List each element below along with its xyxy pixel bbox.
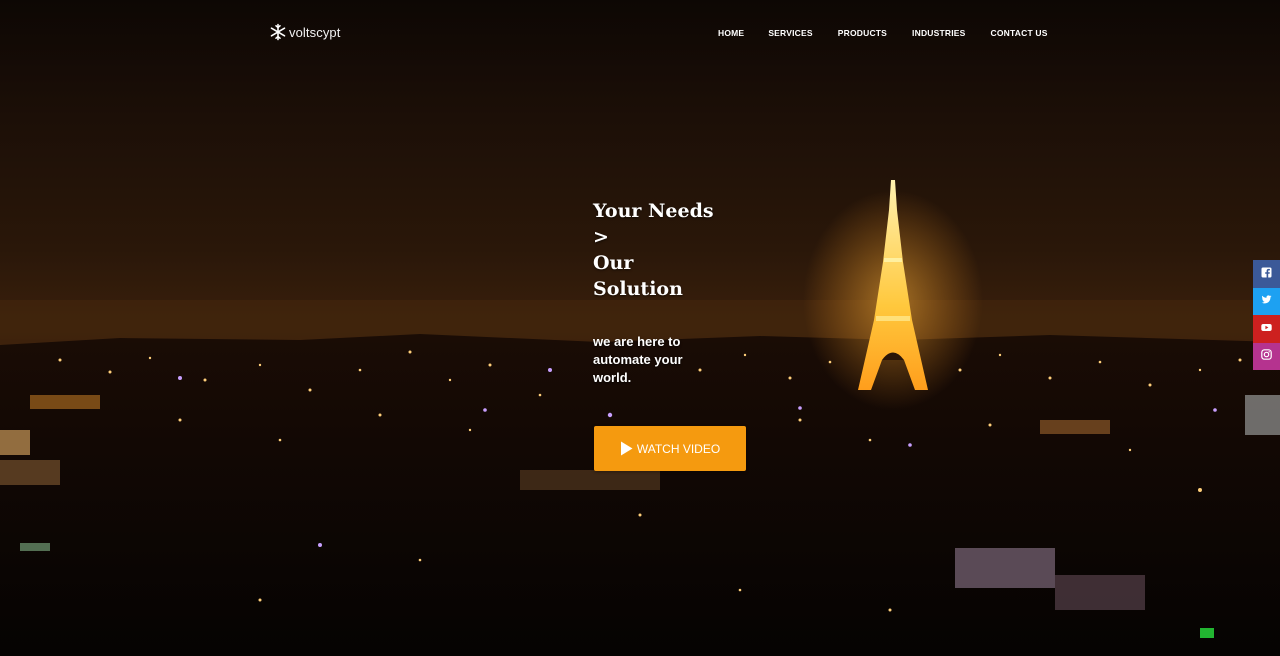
watch-video-button[interactable]: WATCH VIDEO xyxy=(594,426,746,471)
facebook-icon xyxy=(1261,265,1272,283)
hero-title-line: Your Needs xyxy=(593,200,714,222)
youtube-icon xyxy=(1261,320,1272,338)
instagram-icon xyxy=(1261,347,1272,365)
youtube-link[interactable] xyxy=(1253,315,1280,343)
play-icon xyxy=(620,441,633,456)
hero-title-line: Our xyxy=(593,252,634,274)
nav-item-services[interactable]: SERVICES xyxy=(768,27,812,39)
main-nav: HOME SERVICES PRODUCTS INDUSTRIES CONTAC… xyxy=(718,27,1048,39)
watch-video-label: WATCH VIDEO xyxy=(636,441,721,456)
hero-title-line: Solution xyxy=(593,278,683,300)
nav-item-home[interactable]: HOME xyxy=(718,27,744,39)
brand-name: voltscypt xyxy=(289,24,341,40)
hero-subtitle: we are here to automate your world. xyxy=(593,334,683,385)
snowflake-icon xyxy=(269,23,287,41)
nav-item-industries[interactable]: INDUSTRIES xyxy=(912,27,965,39)
hero-title-line: > xyxy=(593,226,609,248)
twitter-link[interactable] xyxy=(1253,287,1280,315)
hero-section: voltscypt HOME SERVICES PRODUCTS INDUSTR… xyxy=(0,0,1280,656)
city-skyline-image xyxy=(0,180,1280,656)
instagram-link[interactable] xyxy=(1253,342,1280,370)
brand-logo[interactable]: voltscypt xyxy=(269,23,340,41)
nav-item-products[interactable]: PRODUCTS xyxy=(838,27,887,39)
twitter-icon xyxy=(1261,292,1272,310)
nav-item-contact-us[interactable]: CONTACT US xyxy=(991,27,1048,39)
social-sidebar xyxy=(1253,260,1280,370)
facebook-link[interactable] xyxy=(1253,260,1280,288)
hero-title: Your Needs > Our Solution xyxy=(593,198,753,302)
